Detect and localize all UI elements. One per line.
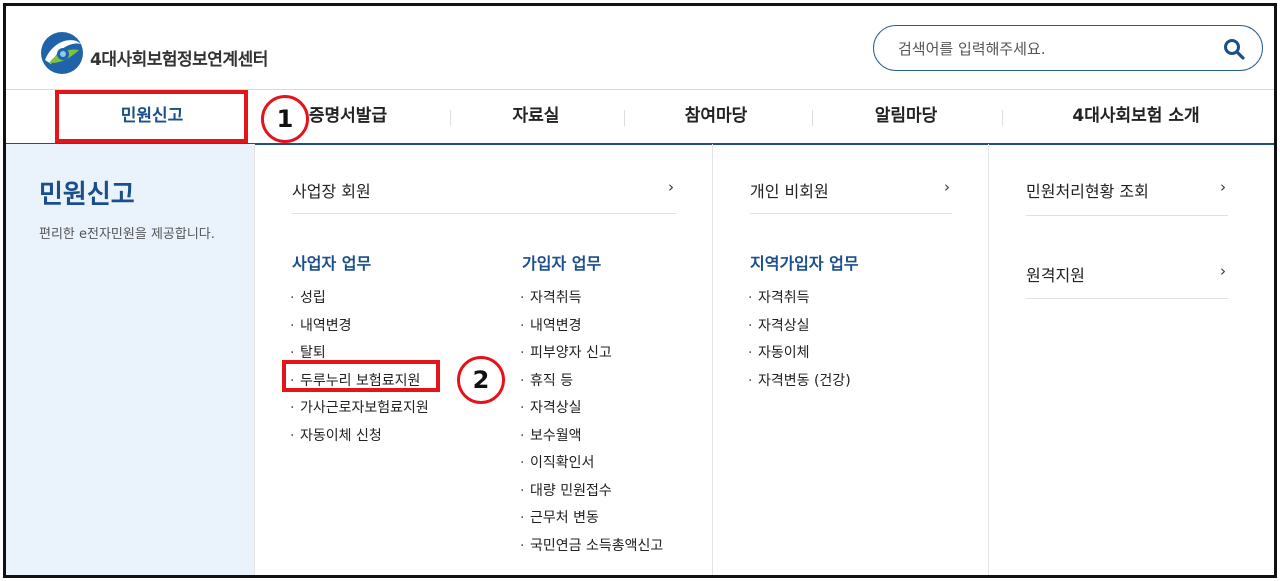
list-item-label[interactable]: 가사근로자보험료지원 <box>300 400 429 416</box>
list-item[interactable]: · 가사근로자보험료지원 <box>290 398 429 426</box>
list-item-label[interactable]: 자동이체 신청 <box>300 428 382 444</box>
list-item-label[interactable]: 자격상실 <box>758 318 810 334</box>
list-item[interactable]: · 자격상실 <box>520 398 663 426</box>
divider <box>1026 298 1228 299</box>
panel-title: 민원신고 <box>39 180 135 210</box>
nav-divider <box>1002 110 1003 126</box>
logo-icon[interactable] <box>39 30 85 76</box>
step-badge-1: 1 <box>261 95 309 143</box>
list-item-label[interactable]: 국민연금 소득총액신고 <box>530 538 663 554</box>
highlight-box-step2 <box>282 360 440 392</box>
list-item-label[interactable]: 탈퇴 <box>300 345 326 361</box>
list-item[interactable]: · 근무처 변동 <box>520 508 663 536</box>
business-member-link[interactable]: 사업장 회원 <box>292 178 371 202</box>
nav-item-participation[interactable]: 참여마당 <box>656 90 776 143</box>
list-item[interactable]: · 자격상실 <box>748 316 851 344</box>
list-item-label[interactable]: 자격취득 <box>758 290 810 306</box>
list-item[interactable]: · 대량 민원접수 <box>520 481 663 509</box>
business-tasks-title: 사업자 업무 <box>292 254 372 273</box>
list-item[interactable]: · 자격변동 (건강) <box>748 371 851 399</box>
nav-item-notice[interactable]: 알림마당 <box>846 90 966 143</box>
status-inquiry-link[interactable]: 민원처리현황 조회 <box>1026 178 1149 202</box>
list-item-label[interactable]: 휴직 등 <box>530 373 573 389</box>
nav-divider <box>624 110 625 126</box>
page: 4대사회보험정보연계센터 민원신고 증명서발급 자료실 참여마당 알림마당 4대… <box>6 6 1274 575</box>
search-input[interactable] <box>896 35 1200 63</box>
list-item-label[interactable]: 자격변동 (건강) <box>758 373 851 389</box>
list-item-label[interactable]: 이직확인서 <box>530 455 594 471</box>
list-item[interactable]: · 자격취득 <box>520 288 663 316</box>
divider <box>750 213 952 214</box>
list-item[interactable]: · 자동이체 <box>748 343 851 371</box>
list-item[interactable]: · 국민연금 소득총액신고 <box>520 536 663 564</box>
list-item-label[interactable]: 근무처 변동 <box>530 510 599 526</box>
list-item[interactable]: · 피부양자 신고 <box>520 343 663 371</box>
column-divider <box>988 144 989 575</box>
chevron-right-icon[interactable]: › <box>1220 262 1226 280</box>
nav-item-archive[interactable]: 자료실 <box>486 90 586 143</box>
list-item[interactable]: · 이직확인서 <box>520 453 663 481</box>
individual-nonmember-link[interactable]: 개인 비회원 <box>750 178 829 202</box>
list-item[interactable]: · 휴직 등 <box>520 371 663 399</box>
subscriber-tasks-list: · 자격취득 · 내역변경 · 피부양자 신고 · 휴직 등 · 자격상실 · 보수월액 ·… <box>520 288 663 563</box>
highlight-box-step1 <box>55 90 248 143</box>
list-item[interactable]: · 보수월액 <box>520 426 663 454</box>
nav-divider <box>450 110 451 126</box>
screenshot-frame: 4대사회보험정보연계센터 민원신고 증명서발급 자료실 참여마당 알림마당 4대… <box>3 3 1277 578</box>
search-box[interactable] <box>873 25 1263 71</box>
panel-description: 편리한 e전자민원을 제공합니다. <box>39 227 215 242</box>
remote-support-link[interactable]: 원격지원 <box>1026 262 1085 286</box>
list-item[interactable]: · 자동이체 신청 <box>290 426 429 454</box>
brand-name[interactable]: 4대사회보험정보연계센터 <box>90 45 268 70</box>
regional-tasks-title: 지역가입자 업무 <box>750 254 859 273</box>
list-item-label[interactable]: 내역변경 <box>300 318 352 334</box>
list-item-label[interactable]: 내역변경 <box>530 318 582 334</box>
chevron-right-icon[interactable]: › <box>944 178 950 196</box>
column-divider <box>254 144 255 575</box>
nav-item-about[interactable]: 4대사회보험 소개 <box>1046 90 1226 143</box>
list-item[interactable]: · 내역변경 <box>520 316 663 344</box>
divider <box>1026 215 1228 216</box>
list-item-label[interactable]: 보수월액 <box>530 428 582 444</box>
list-item-label[interactable]: 대량 민원접수 <box>530 483 612 499</box>
list-item-label[interactable]: 자격상실 <box>530 400 582 416</box>
list-item-label[interactable]: 자격취득 <box>530 290 582 306</box>
nav-divider <box>812 110 813 126</box>
search-icon[interactable] <box>1222 37 1246 61</box>
step-badge-2: 2 <box>457 356 505 404</box>
column-divider <box>712 144 713 575</box>
list-item-label[interactable]: 자동이체 <box>758 345 810 361</box>
regional-tasks-list: · 자격취득 · 자격상실 · 자동이체 · 자격변동 (건강) <box>748 288 851 398</box>
chevron-right-icon[interactable]: › <box>1220 178 1226 196</box>
divider <box>292 213 676 214</box>
list-item[interactable]: · 내역변경 <box>290 316 429 344</box>
list-item-label[interactable]: 피부양자 신고 <box>530 345 612 361</box>
left-panel: 민원신고 편리한 e전자민원을 제공합니다. <box>6 144 254 575</box>
subscriber-tasks-title: 가입자 업무 <box>522 254 602 273</box>
list-item[interactable]: · 성립 <box>290 288 429 316</box>
chevron-right-icon[interactable]: › <box>668 178 674 196</box>
list-item[interactable]: · 자격취득 <box>748 288 851 316</box>
list-item-label[interactable]: 성립 <box>300 290 326 306</box>
